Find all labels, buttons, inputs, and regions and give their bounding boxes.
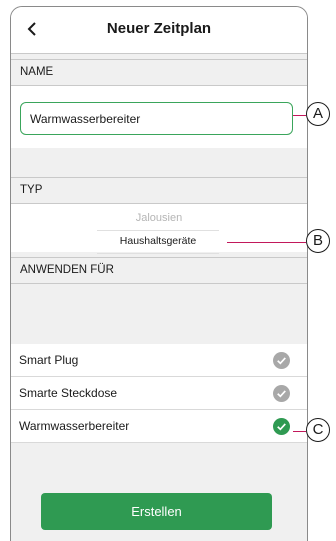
name-input[interactable]: Warmwasserbereiter	[20, 102, 293, 135]
name-panel: Warmwasserbereiter	[11, 86, 307, 148]
section-label-typ: TYP	[20, 184, 43, 196]
section-header-apply: ANWENDEN FÜR	[11, 257, 307, 284]
list-item-smart-plug[interactable]: Smart Plug	[11, 344, 307, 377]
callout-line-a	[293, 115, 306, 116]
create-button[interactable]: Erstellen	[41, 493, 272, 530]
app-header: Neuer Zeitplan	[11, 7, 307, 54]
list-item-label: Smart Plug	[19, 353, 79, 367]
section-label-name: NAME	[20, 66, 54, 78]
list-item-smarte-steckdose[interactable]: Smarte Steckdose	[11, 377, 307, 410]
callout-c: C	[306, 418, 330, 442]
section-label-apply: ANWENDEN FÜR	[20, 264, 114, 276]
check-circle-green-icon[interactable]	[273, 418, 290, 435]
section-header-name: NAME	[11, 59, 307, 86]
picker-selected-label: Haushaltsgeräte	[119, 235, 197, 247]
list-item-label: Smarte Steckdose	[19, 386, 118, 400]
picker-selected-row[interactable]: Haushaltsgeräte	[97, 230, 219, 254]
typ-picker[interactable]: Jalousien Haushaltsgeräte	[11, 204, 307, 254]
picker-option-jalousien[interactable]: Jalousien	[11, 212, 307, 224]
page-title: Neuer Zeitplan	[106, 20, 212, 37]
callout-line-c	[293, 431, 306, 432]
phone-frame: Neuer Zeitplan NAME Warmwasserbereiter T…	[10, 6, 308, 541]
list-item-warmwasserbereiter[interactable]: Warmwasserbereiter	[11, 410, 307, 443]
callout-line-b	[227, 242, 306, 243]
section-header-typ: TYP	[11, 177, 307, 204]
callout-a: A	[306, 102, 330, 126]
check-circle-gray-icon[interactable]	[273, 385, 290, 402]
name-input-value: Warmwasserbereiter	[30, 112, 141, 126]
callout-b: B	[306, 229, 330, 253]
list-item-label: Warmwasserbereiter	[19, 419, 130, 433]
check-circle-gray-icon[interactable]	[273, 352, 290, 369]
